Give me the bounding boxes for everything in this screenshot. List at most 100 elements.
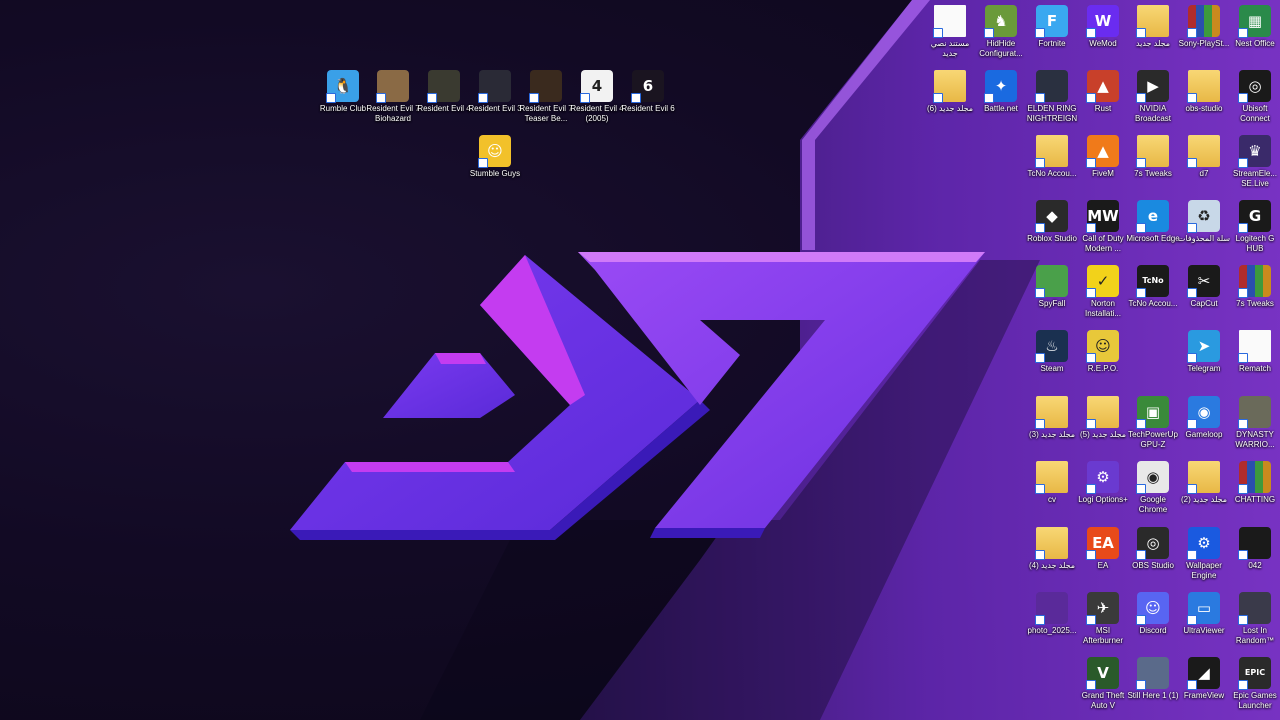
desktop-shortcut[interactable]: CHATTING [1230,461,1280,505]
desktop-shortcut[interactable]: ▦ Nest Office [1230,5,1280,49]
desktop-shortcut-label: Steam [1040,364,1064,373]
desktop-shortcut[interactable]: ELDEN RING NIGHTREIGN [1027,70,1077,124]
desktop-shortcut[interactable]: مجلد جديد (6) [925,70,975,114]
desktop-shortcut[interactable]: MW Call of Duty Modern ... [1078,200,1128,254]
steam-icon: ♨ [1035,330,1068,363]
desktop-shortcut[interactable]: ✦ Battle.net [976,70,1026,114]
desktop-shortcut[interactable]: ♻ سلة المحذوفات [1178,200,1230,244]
desktop-shortcut[interactable]: e Microsoft Edge [1126,200,1180,244]
folder-icon [1035,396,1068,429]
desktop-shortcut[interactable]: مجلد جديد (4) [1027,527,1077,571]
desktop-shortcut[interactable]: SpyFall [1027,265,1077,309]
desktop-shortcut[interactable]: 6 Resident Evil 6 [621,70,675,114]
desktop-shortcut[interactable]: ✂ CapCut [1179,265,1229,309]
desktop-shortcut[interactable]: TcNo TcNo Accou... [1128,265,1178,309]
desktop-shortcut[interactable]: ▲ FiveM [1078,135,1128,179]
desktop-shortcut[interactable]: ♨ Steam [1027,330,1077,374]
desktop-shortcut[interactable]: ☺ R.E.P.O. [1078,330,1128,374]
desktop-shortcut-label: cv [1048,495,1056,504]
desktop-shortcut[interactable]: ⚙ Wallpaper Engine [1179,527,1229,581]
desktop-shortcut[interactable]: 042 [1230,527,1280,571]
desktop-shortcut[interactable]: d7 [1179,135,1229,179]
shortcut-arrow-icon [1136,680,1146,690]
desktop-shortcut[interactable]: TcNo Accou... [1027,135,1077,179]
desktop-shortcut[interactable]: ▲ Rust [1078,70,1128,114]
desktop-shortcut[interactable]: ◎ Ubisoft Connect [1230,70,1280,124]
desktop-shortcut-label: Resident Evil 4 (2005) [570,104,624,123]
shortcut-arrow-icon [1086,353,1096,363]
shortcut-arrow-icon [1187,28,1197,38]
desktop-shortcut-label: Stumble Guys [469,169,521,178]
desktop-shortcut[interactable]: ◆ Roblox Studio [1027,200,1077,244]
shortcut-arrow-icon [631,93,641,103]
desktop-shortcut[interactable]: V Grand Theft Auto V [1078,657,1128,711]
desktop-shortcut-label: Norton Installati... [1084,299,1121,318]
resident-evil-3-icon [478,70,511,103]
desktop-shortcut[interactable]: Resident Evil 3 [468,70,522,114]
desktop-shortcut[interactable]: 7s Tweaks [1128,135,1178,179]
shortcut-arrow-icon [1187,615,1197,625]
desktop-shortcut[interactable]: Sony-PlaySt... [1179,5,1229,49]
desktop-shortcut[interactable]: ☺ Discord [1128,592,1178,636]
desktop-shortcut[interactable]: ◢ FrameView [1179,657,1229,701]
shortcut-arrow-icon [1238,419,1248,429]
desktop-shortcut[interactable]: obs-studio [1179,70,1229,114]
shortcut-arrow-icon [478,158,488,168]
shortcut-arrow-icon [1086,484,1096,494]
desktop-shortcut[interactable]: photo_2025... [1027,592,1077,636]
desktop-shortcut[interactable]: Resident Evil 7 Biohazard [366,70,420,124]
desktop-shortcut[interactable]: ♛ StreamEle... SE.Live [1230,135,1280,189]
desktop-shortcut[interactable]: 🐧 Rumble Club [318,70,368,114]
desktop-shortcut[interactable]: ◉ Google Chrome [1128,461,1178,515]
shortcut-arrow-icon [1136,419,1146,429]
desktop-shortcut[interactable]: ◎ OBS Studio [1128,527,1178,571]
desktop-shortcut[interactable]: ⚙ Logi Options+ [1078,461,1128,505]
desktop-shortcut-label: مجلد جديد (6) [926,104,974,113]
desktop-shortcut[interactable]: ✈ MSI Afterburner [1078,592,1128,646]
desktop-shortcut[interactable]: ➤ Telegram [1179,330,1229,374]
desktop-shortcut[interactable]: F Fortnite [1027,5,1077,49]
desktop-shortcut-label: Telegram [1187,364,1221,373]
desktop-shortcut[interactable]: مجلد جديد [1128,5,1178,49]
desktop-shortcut[interactable]: G Logitech G HUB [1230,200,1280,254]
desktop-shortcut-label: HidHide Configurat... [979,39,1023,58]
epic-games-icon: EPIC [1238,657,1271,690]
desktop-shortcut[interactable]: DYNASTY WARRIO... [1230,396,1280,450]
desktop-shortcut[interactable]: مجلد جديد (5) [1078,396,1128,440]
desktop-shortcut-label: DYNASTY WARRIO... [1235,430,1275,449]
desktop-shortcut[interactable]: 4 Resident Evil 4 (2005) [570,70,624,124]
shortcut-arrow-icon [376,93,386,103]
desktop-shortcut[interactable]: EA EA [1078,527,1128,571]
desktop-shortcut[interactable]: 7s Tweaks [1230,265,1280,309]
desktop-shortcut-label: CHATTING [1234,495,1276,504]
desktop-shortcut[interactable]: ✓ Norton Installati... [1078,265,1128,319]
desktop-shortcut[interactable]: ◉ Gameloop [1179,396,1229,440]
shortcut-arrow-icon [1238,158,1248,168]
desktop-shortcut[interactable]: Still Here 1 (1) [1127,657,1179,701]
desktop-shortcut[interactable]: Rematch [1230,330,1280,374]
folder-icon [1035,527,1068,560]
desktop-shortcut[interactable]: مجلد جديد (3) [1027,396,1077,440]
desktop-shortcut[interactable]: ▶ NVIDIA Broadcast [1128,70,1178,124]
desktop-shortcut[interactable]: W WeMod [1078,5,1128,49]
desktop-shortcut[interactable]: EPIC Epic Games Launcher [1230,657,1280,711]
desktop-shortcut[interactable]: Resident Evil 7 Teaser Be... [519,70,573,124]
desktop-shortcut[interactable]: cv [1027,461,1077,505]
desktop-shortcut[interactable]: ▭ UltraViewer [1179,592,1229,636]
gameloop-icon: ◉ [1187,396,1220,429]
desktop-shortcut-label: مجلد جديد (5) [1079,430,1127,439]
shortcut-arrow-icon [1187,680,1197,690]
desktop-shortcut[interactable]: ☺ Stumble Guys [470,135,520,179]
desktop-shortcut[interactable]: مستند نصي جديد [925,5,975,59]
desktop-shortcut[interactable]: Lost In Random™ [1230,592,1280,646]
desktop-shortcut[interactable]: ♞ HidHide Configurat... [976,5,1026,59]
folder-icon [1035,461,1068,494]
desktop-shortcut-label: Epic Games Launcher [1233,691,1277,710]
desktop-shortcut[interactable]: Resident Evil 4 [417,70,471,114]
folder-icon [1035,135,1068,168]
desktop-shortcut[interactable]: مجلد جديد (2) [1179,461,1229,505]
shortcut-arrow-icon [984,93,994,103]
desktop-shortcut-label: Nest Office [1235,39,1275,48]
desktop-shortcut-label: Resident Evil 3 [468,104,522,113]
desktop-shortcut[interactable]: ▣ TechPowerUp GPU-Z [1128,396,1178,450]
